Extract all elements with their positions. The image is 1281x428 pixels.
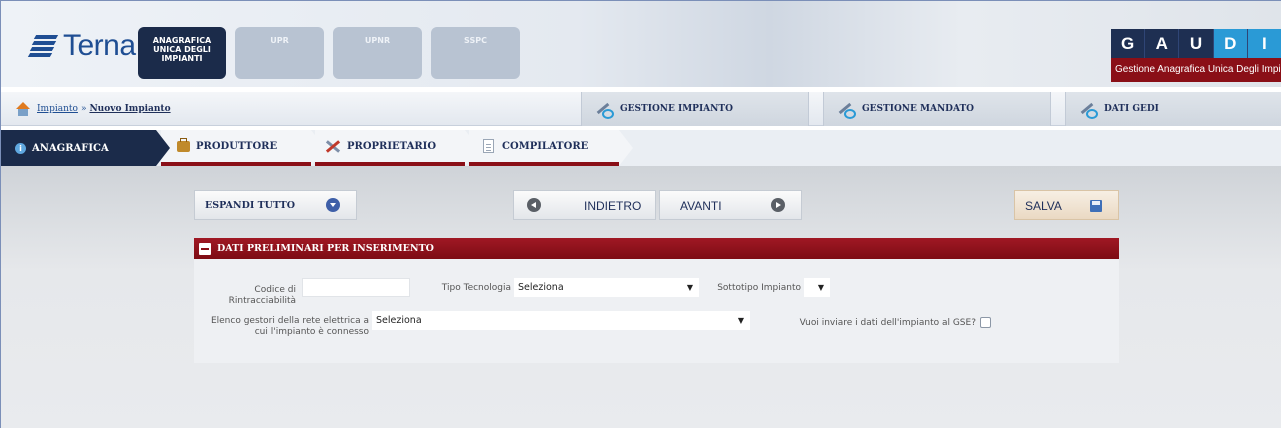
module-tab-sspc-label: SSPC <box>464 36 487 45</box>
breadcrumb-current[interactable]: Nuovo Impianto <box>89 104 170 114</box>
gaudi-letter-a: A <box>1145 29 1180 58</box>
info-icon: i <box>15 142 26 154</box>
codice-label: Codice di Rintracciabilità <box>224 285 296 307</box>
elenco-gestori-label-line1: Elenco gestori della rete elettrica a <box>210 316 369 326</box>
module-tab-anagrafica[interactable]: ANAGRAFICA UNICA DEGLI IMPIANTI <box>138 27 226 79</box>
gaudi-letter-u: U <box>1179 29 1214 58</box>
module-tab-anagrafica-line2: UNICA DEGLI <box>153 45 211 54</box>
expand-down-icon <box>326 198 340 212</box>
arrow-right-icon <box>771 198 785 212</box>
module-tab-upnr-label: UPNR <box>364 36 391 45</box>
tipo-tecnologia-select[interactable]: Seleziona ▼ <box>514 278 699 297</box>
sottotipo-label: Sottotipo Impianto <box>717 283 801 293</box>
gaudi-letter-i: I <box>1247 29 1281 58</box>
tab-compilatore-label: COMPILATORE <box>502 140 589 152</box>
terna-logo-text: Terna <box>63 29 136 62</box>
collapse-minus-icon[interactable] <box>199 242 211 255</box>
tools-icon <box>325 139 341 153</box>
panel-header[interactable]: DATI PRELIMINARI PER INSERIMENTO <box>194 238 1119 259</box>
home-icon[interactable] <box>15 102 31 116</box>
tab-compilatore[interactable]: COMPILATORE <box>469 130 633 166</box>
page: Terna ANAGRAFICA UNICA DEGLI IMPIANTI UP… <box>0 0 1281 428</box>
chevron-down-icon: ▼ <box>817 283 824 292</box>
gestione-impianto-button[interactable]: GESTIONE IMPIANTO <box>581 92 809 126</box>
tools-icon <box>836 101 856 119</box>
panel-title: DATI PRELIMINARI PER INSERIMENTO <box>217 243 434 254</box>
document-icon <box>483 139 494 153</box>
gestione-mandato-button[interactable]: GESTIONE MANDATO <box>823 92 1051 126</box>
chevron-down-icon: ▼ <box>686 283 693 292</box>
breadcrumb: Impianto » Nuovo Impianto <box>15 102 171 116</box>
tab-anagrafica-label: ANAGRAFICA <box>32 142 109 154</box>
sottotipo-select[interactable]: ▼ <box>804 278 830 297</box>
save-button[interactable]: SALVA <box>1014 190 1119 220</box>
tab-produttore-label: PRODUTTORE <box>196 140 278 152</box>
tools-icon <box>1078 101 1098 119</box>
tools-icon <box>594 101 614 119</box>
arrow-left-icon <box>527 198 541 212</box>
module-tab-anagrafica-line1: ANAGRAFICA <box>152 36 212 45</box>
codice-label-line1: Codice di <box>254 285 296 295</box>
elenco-gestori-value: Seleziona <box>376 315 422 326</box>
main-content: ESPANDI TUTTO INDIETRO AVANTI SALVA DATI… <box>1 166 1281 428</box>
app-header: Terna ANAGRAFICA UNICA DEGLI IMPIANTI UP… <box>1 1 1281 87</box>
terna-logo-mark-icon <box>27 33 59 59</box>
expand-all-label: ESPANDI TUTTO <box>205 199 296 211</box>
dati-gedi-label: DATI GEDI <box>1104 104 1159 114</box>
tipo-tecnologia-label: Tipo Tecnologia <box>441 283 511 293</box>
gaudi-subtitle: Gestione Anagrafica Unica Degli Impianti <box>1111 58 1281 82</box>
breadcrumb-link-impianto[interactable]: Impianto <box>37 104 78 114</box>
chevron-down-icon: ▼ <box>737 316 744 325</box>
module-tab-upr[interactable]: UPR <box>235 27 324 79</box>
next-label: AVANTI <box>680 199 722 213</box>
breadcrumb-separator: » <box>80 104 87 114</box>
module-tab-upnr[interactable]: UPNR <box>333 27 422 79</box>
floppy-disk-icon <box>1090 200 1102 212</box>
gse-label: Vuoi inviare i dati dell'impianto al GSE… <box>799 318 976 328</box>
module-tab-anagrafica-line3: IMPIANTI <box>161 54 203 63</box>
dati-preliminari-panel: DATI PRELIMINARI PER INSERIMENTO Codice … <box>194 238 1119 363</box>
gestione-impianto-label: GESTIONE IMPIANTO <box>620 104 733 114</box>
tab-anagrafica[interactable]: i ANAGRAFICA <box>1 130 170 166</box>
gse-checkbox[interactable] <box>980 317 991 328</box>
save-label: SALVA <box>1025 199 1062 213</box>
tipo-tecnologia-value: Seleziona <box>518 282 564 293</box>
back-button[interactable]: INDIETRO <box>513 190 656 220</box>
terna-logo: Terna <box>27 29 136 63</box>
tab-bar: i ANAGRAFICA PRODUTTORE PROPRIETARIO COM… <box>1 130 1281 166</box>
elenco-gestori-label: Elenco gestori della rete elettrica a cu… <box>194 316 369 338</box>
gaudi-letter-d: D <box>1213 29 1248 58</box>
tab-proprietario-label: PROPRIETARIO <box>347 140 437 152</box>
expand-all-button[interactable]: ESPANDI TUTTO <box>194 190 357 220</box>
briefcase-icon <box>177 137 190 152</box>
module-tab-upr-label: UPR <box>270 36 289 45</box>
gaudi-logo: G A U D I Gestione Anagrafica Unica Degl… <box>1111 29 1281 85</box>
tab-produttore[interactable]: PRODUTTORE <box>161 130 325 166</box>
elenco-gestori-label-line2: cui l'impianto è connesso <box>254 327 369 337</box>
back-label: INDIETRO <box>584 199 642 213</box>
dati-gedi-button[interactable]: DATI GEDI <box>1065 92 1281 126</box>
codice-label-line2: Rintracciabilità <box>228 296 296 306</box>
gestione-mandato-label: GESTIONE MANDATO <box>862 104 975 114</box>
gaudi-letters: G A U D I <box>1111 29 1281 58</box>
gaudi-letter-g: G <box>1111 29 1146 58</box>
tab-proprietario[interactable]: PROPRIETARIO <box>315 130 479 166</box>
next-button[interactable]: AVANTI <box>659 190 802 220</box>
breadcrumb-bar: Impianto » Nuovo Impianto GESTIONE IMPIA… <box>1 92 1281 126</box>
elenco-gestori-select[interactable]: Seleziona ▼ <box>372 311 750 330</box>
codice-rintracciabilita-input[interactable] <box>302 278 410 297</box>
module-tab-sspc[interactable]: SSPC <box>431 27 520 79</box>
